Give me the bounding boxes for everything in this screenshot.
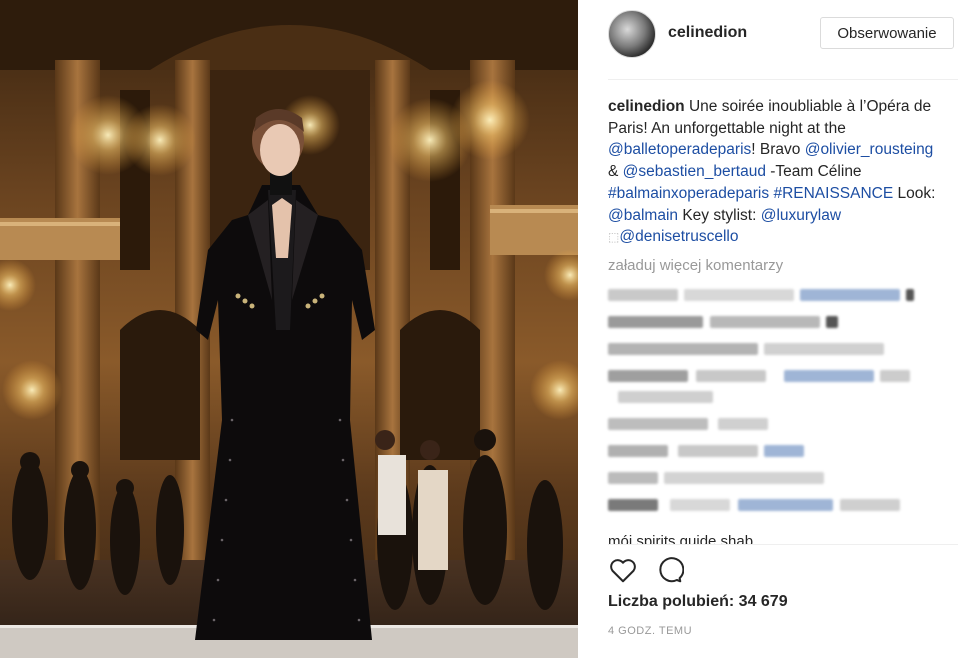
load-more-comments-link[interactable]: załaduj więcej komentarzy [608,255,938,277]
blurred-comment [608,367,938,385]
caption-text: & [608,163,623,181]
post-photo[interactable] [0,0,578,658]
comments-section: celinedion Une soirée inoubliable à l’Op… [608,96,938,514]
following-button[interactable]: Obserwowanie [820,17,954,49]
actions-bar: Liczba polubień: 34 679 4 GODZ. TEMU [608,544,958,658]
blurred-comment [608,388,938,406]
timestamp[interactable]: 4 GODZ. TEMU [608,625,692,637]
blurred-comment [608,415,938,433]
mention-balmain[interactable]: @balmain [608,207,678,224]
mention-denisetruscello[interactable]: @denisetruscello [619,228,738,245]
blurred-comment [608,286,938,304]
caption-username[interactable]: celinedion [608,98,685,115]
post-side-panel: celinedion Obserwowanie celinedion Une s… [578,0,960,658]
blurred-comment [608,442,938,460]
caption-text: ! Bravo [751,141,805,159]
missing-glyph-icon: ⬚ [608,230,620,245]
blurred-comment [608,496,938,514]
partial-comment: mój spirits guide shab [608,533,754,544]
blurred-comment [608,469,938,487]
header-username[interactable]: celinedion [668,24,747,42]
speech-bubble-icon[interactable] [654,555,685,585]
opera-photo-illustration [0,0,578,658]
mention-olivier-rousteing[interactable]: @olivier_rousteing [805,141,934,158]
mention-luxurylaw[interactable]: @luxurylaw [761,207,841,224]
mention-sebastien-bertaud[interactable]: @sebastien_bertaud [623,163,766,180]
likes-count[interactable]: Liczba polubień: 34 679 [608,593,788,611]
avatar[interactable] [608,10,656,58]
hashtag-renaissance[interactable]: #RENAISSANCE [773,185,893,202]
blurred-comment [608,313,938,331]
hashtag-balmainxoperadeparis[interactable]: #balmainxoperadeparis [608,185,769,202]
heart-icon[interactable] [608,555,638,585]
blurred-comment [608,340,938,358]
caption: celinedion Une soirée inoubliable à l’Op… [608,96,938,249]
instagram-post: celinedion Obserwowanie celinedion Une s… [0,0,960,658]
caption-text: Look: [893,184,936,202]
post-header: celinedion Obserwowanie [608,0,958,80]
mention-balletoperadeparis[interactable]: @balletoperadeparis [608,141,751,158]
caption-text: -Team Céline [765,163,862,181]
caption-text: Key stylist: [678,206,761,224]
